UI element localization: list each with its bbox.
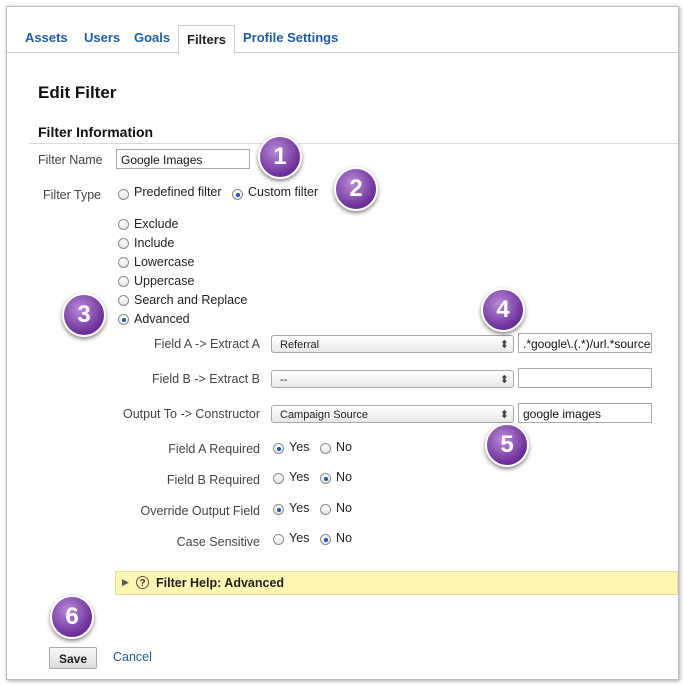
exclude-label: Exclude	[134, 217, 179, 231]
field-a-label: Field A -> Extract A	[154, 337, 260, 351]
expand-triangle-icon: ▶	[122, 577, 129, 587]
field-b-required-yes-label: Yes	[289, 470, 310, 484]
help-icon: ?	[136, 576, 149, 589]
output-select-value: Campaign Source	[280, 409, 369, 421]
lowercase-label: Lowercase	[134, 255, 195, 269]
section-divider	[29, 143, 678, 144]
output-label: Output To -> Constructor	[123, 407, 260, 421]
case-sensitive-no-label: No	[336, 531, 352, 545]
override-output-yes-label: Yes	[289, 501, 310, 515]
include-label: Include	[134, 236, 175, 250]
radio-search-and-replace[interactable]	[118, 295, 129, 306]
advanced-label: Advanced	[134, 312, 190, 326]
field-b-select[interactable]: -- ⬍	[271, 370, 514, 388]
predefined-filter-label: Predefined filter	[134, 185, 222, 199]
annotation-badge-3: 3	[62, 293, 106, 337]
radio-advanced[interactable]	[118, 314, 129, 325]
field-a-select[interactable]: Referral ⬍	[271, 335, 514, 353]
case-sensitive-label: Case Sensitive	[176, 535, 260, 549]
app-frame: Assets Users Goals Filters Profile Setti…	[6, 6, 679, 680]
filter-type-label: Filter Type	[43, 188, 102, 202]
annotation-badge-2: 2	[334, 167, 378, 211]
radio-include[interactable]	[118, 238, 129, 249]
radio-field-a-required-yes[interactable]	[273, 443, 284, 454]
case-sensitive-yes-label: Yes	[289, 531, 310, 545]
field-b-label: Field B -> Extract B	[151, 372, 260, 386]
radio-field-a-required-no[interactable]	[320, 443, 331, 454]
filter-name-input[interactable]: Google Images	[116, 149, 250, 169]
radio-exclude[interactable]	[118, 219, 129, 230]
radio-field-b-required-no[interactable]	[320, 473, 331, 484]
tab-goals[interactable]: Goals	[134, 30, 170, 45]
tab-filters[interactable]: Filters	[178, 25, 236, 54]
filter-name-label: Filter Name	[38, 153, 103, 167]
output-select[interactable]: Campaign Source ⬍	[271, 405, 514, 423]
radio-override-output-no[interactable]	[320, 504, 331, 515]
field-a-required-yes-label: Yes	[289, 440, 310, 454]
annotation-badge-4: 4	[481, 288, 525, 332]
radio-override-output-yes[interactable]	[273, 504, 284, 515]
radio-uppercase[interactable]	[118, 276, 129, 287]
select-arrows-icon: ⬍	[499, 409, 509, 421]
radio-custom-filter[interactable]	[232, 189, 243, 200]
tab-assets[interactable]: Assets	[25, 30, 68, 45]
field-a-extract-input[interactable]: .*google\.(.*)/url.*source	[518, 333, 652, 353]
select-arrows-icon: ⬍	[499, 339, 509, 351]
radio-lowercase[interactable]	[118, 257, 129, 268]
filter-help-label: Filter Help: Advanced	[156, 576, 285, 590]
custom-filter-label: Custom filter	[248, 185, 319, 199]
section-title: Filter Information	[38, 124, 154, 140]
tab-profile-settings[interactable]: Profile Settings	[243, 30, 338, 45]
radio-field-b-required-yes[interactable]	[273, 473, 284, 484]
page-title: Edit Filter	[38, 83, 117, 102]
select-arrows-icon: ⬍	[499, 374, 509, 386]
radio-case-sensitive-yes[interactable]	[273, 534, 284, 545]
radio-case-sensitive-no[interactable]	[320, 534, 331, 545]
search-and-replace-label: Search and Replace	[134, 293, 248, 307]
field-a-required-no-label: No	[336, 440, 352, 454]
field-b-select-value: --	[280, 374, 288, 386]
annotation-badge-1: 1	[258, 135, 302, 179]
field-b-extract-input[interactable]	[518, 368, 652, 388]
annotation-badge-6: 6	[50, 595, 94, 639]
override-output-no-label: No	[336, 501, 352, 515]
tab-users[interactable]: Users	[84, 30, 120, 45]
output-constructor-input[interactable]: google images	[518, 403, 652, 423]
field-b-required-no-label: No	[336, 470, 352, 484]
field-a-required-label: Field A Required	[168, 442, 260, 456]
cancel-link[interactable]: Cancel	[113, 650, 152, 664]
annotation-badge-5: 5	[485, 423, 529, 467]
field-a-select-value: Referral	[280, 339, 320, 351]
filter-help-bar[interactable]: ▶ ? Filter Help: Advanced	[115, 571, 678, 595]
field-b-required-label: Field B Required	[166, 473, 260, 487]
tab-bar: Assets Users Goals Filters Profile Setti…	[7, 7, 678, 54]
uppercase-label: Uppercase	[134, 274, 195, 288]
save-button[interactable]: Save	[49, 647, 97, 669]
radio-predefined-filter[interactable]	[118, 189, 129, 200]
override-output-label: Override Output Field	[140, 504, 261, 518]
